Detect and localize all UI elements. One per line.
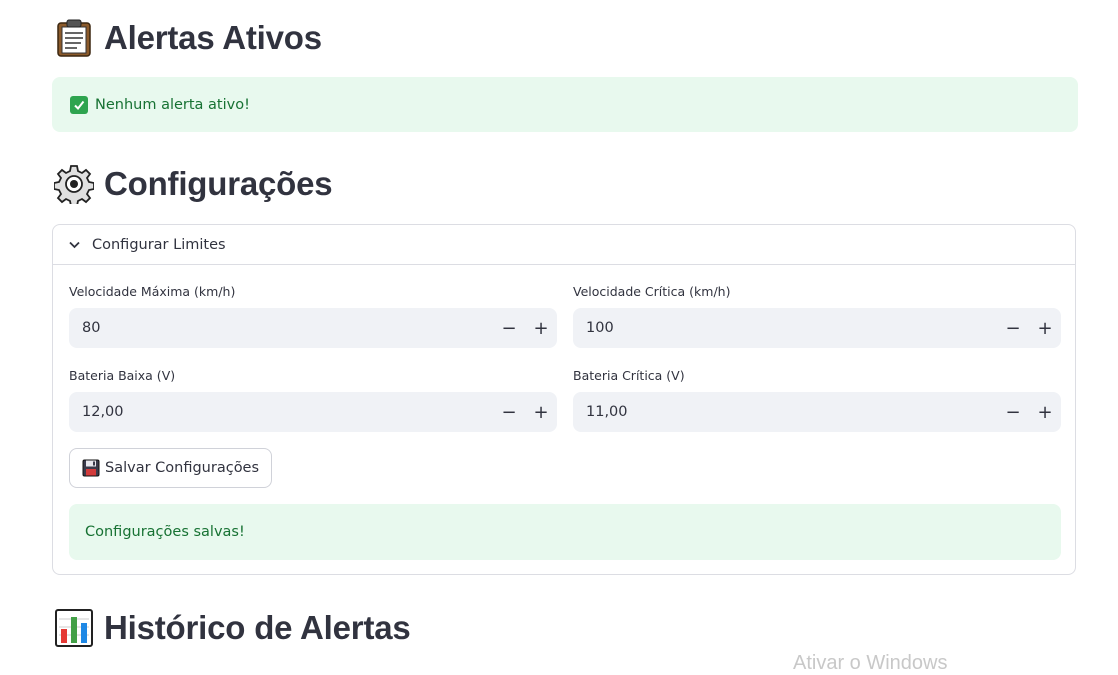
critical-speed-input[interactable]: 100 − + [573,308,1061,348]
max-speed-input[interactable]: 80 − + [69,308,557,348]
low-battery-decrement-button[interactable]: − [493,392,525,432]
low-battery-increment-button[interactable]: + [525,392,557,432]
max-speed-value[interactable]: 80 [69,320,493,336]
floppy-disk-icon [82,459,100,477]
low-battery-input[interactable]: 12,00 − + [69,392,557,432]
critical-battery-decrement-button[interactable]: − [997,392,1029,432]
critical-speed-value[interactable]: 100 [573,320,997,336]
max-speed-label: Velocidade Máxima (km/h) [69,284,236,299]
expander-label: Configurar Limites [92,236,226,253]
alerts-heading: Alertas Ativos [54,18,322,58]
max-speed-increment-button[interactable]: + [525,308,557,348]
critical-speed-decrement-button[interactable]: − [997,308,1029,348]
bar-chart-icon [54,608,94,648]
critical-speed-label: Velocidade Crítica (km/h) [573,284,731,299]
config-saved-text: Configurações salvas! [85,524,245,540]
clipboard-icon [54,18,94,58]
expander-header[interactable]: Configurar Limites [53,225,1075,265]
critical-battery-value[interactable]: 11,00 [573,404,997,420]
history-title: Histórico de Alertas [104,609,411,646]
config-saved-message: Configurações salvas! [69,504,1061,560]
save-config-button[interactable]: Salvar Configurações [69,448,273,488]
save-config-label: Salvar Configurações [105,460,260,476]
chevron-down-icon [69,241,80,249]
config-title: Configurações [104,165,333,202]
gear-icon [54,164,94,204]
critical-battery-label: Bateria Crítica (V) [573,368,685,383]
history-heading: Histórico de Alertas [54,608,411,648]
low-battery-value[interactable]: 12,00 [69,404,493,420]
check-icon [70,95,88,114]
low-battery-label: Bateria Baixa (V) [69,368,176,383]
config-heading: Configurações [54,164,333,204]
no-alerts-message: Nenhum alerta ativo! [52,77,1078,132]
alerts-title: Alertas Ativos [104,19,322,56]
critical-battery-input[interactable]: 11,00 − + [573,392,1061,432]
critical-battery-increment-button[interactable]: + [1029,392,1061,432]
no-alerts-text: Nenhum alerta ativo! [95,96,250,113]
config-expander: Configurar Limites Velocidade Máxima (km… [52,224,1076,575]
critical-speed-increment-button[interactable]: + [1029,308,1061,348]
max-speed-decrement-button[interactable]: − [493,308,525,348]
windows-activation-watermark: Ativar o Windows [793,652,948,674]
